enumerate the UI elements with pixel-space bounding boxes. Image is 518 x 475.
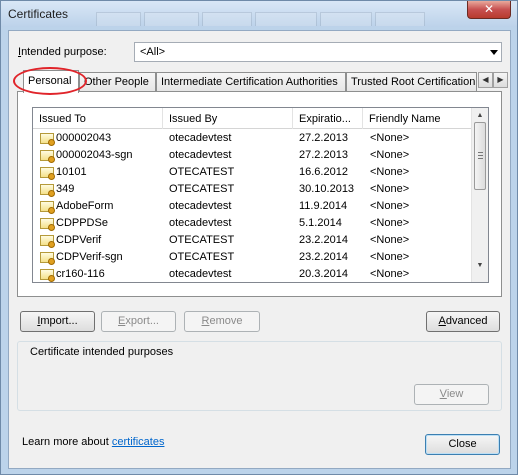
cell-issued-to: 000002043-sgn <box>56 149 133 161</box>
learn-more-text: Learn more about certificates <box>22 436 165 448</box>
column-header-expiration[interactable]: Expiratio... <box>293 108 363 129</box>
cell-friendly-name: <None> <box>370 234 410 246</box>
cell-friendly-name: <None> <box>370 149 410 161</box>
cell-friendly-name: <None> <box>370 268 410 280</box>
certificate-icon <box>40 201 55 214</box>
import-button[interactable]: Import... <box>20 311 95 332</box>
cell-friendly-name: <None> <box>370 200 410 212</box>
cell-issued-by: OTECATEST <box>169 166 235 178</box>
cell-issued-by: otecadevtest <box>169 149 232 161</box>
intended-purpose-select[interactable]: <All> <box>134 42 502 62</box>
list-header: Issued To Issued By Expiratio... Friendl… <box>33 108 473 129</box>
cell-expiration: 20.3.2014 <box>299 268 348 280</box>
certificate-icon <box>40 167 55 180</box>
table-row[interactable]: CDPPDSe otecadevtest 5.1.2014 <None> <box>33 215 473 232</box>
background-window-ghost <box>96 12 426 26</box>
list-vertical-scrollbar[interactable]: ▲ ▼ <box>471 108 488 282</box>
table-row[interactable]: 000002043 otecadevtest 27.2.2013 <None> <box>33 130 473 147</box>
cell-issued-to: CDPPDSe <box>56 217 108 229</box>
view-button[interactable]: View <box>414 384 489 405</box>
certificate-icon <box>40 269 55 282</box>
remove-button[interactable]: Remove <box>184 311 260 332</box>
cell-issued-to: CDPVerif <box>56 234 102 246</box>
cell-issued-by: otecadevtest <box>169 132 232 144</box>
certificates-link[interactable]: certificates <box>112 436 165 448</box>
cell-expiration: 23.2.2014 <box>299 234 348 246</box>
cell-expiration: 27.2.2013 <box>299 149 348 161</box>
chevron-down-icon <box>490 50 498 55</box>
column-header-issued-to[interactable]: Issued To <box>33 108 163 129</box>
certificate-icon <box>40 133 55 146</box>
cell-issued-to: cr160-116 <box>56 268 105 280</box>
cell-issued-to: CDPVerif-sgn <box>56 251 123 263</box>
certificate-icon <box>40 184 55 197</box>
cell-issued-by: otecadevtest <box>169 200 232 212</box>
window-title: Certificates <box>8 7 69 21</box>
cell-expiration: 23.2.2014 <box>299 251 348 263</box>
arrow-right-icon: ▶ <box>497 75 504 84</box>
tab-scroll-left-button[interactable]: ◀ <box>478 72 493 88</box>
column-header-issued-by[interactable]: Issued By <box>163 108 293 129</box>
cell-issued-by: otecadevtest <box>169 268 232 280</box>
table-row[interactable]: cr160-116 otecadevtest 20.3.2014 <None> <box>33 266 473 282</box>
cell-issued-to: 000002043 <box>56 132 112 144</box>
grip-line <box>478 158 483 159</box>
certificate-icon <box>40 235 55 248</box>
table-row[interactable]: 10101 OTECATEST 16.6.2012 <None> <box>33 164 473 181</box>
cell-issued-by: OTECATEST <box>169 251 235 263</box>
advanced-button[interactable]: Advanced <box>426 311 500 332</box>
dialog-client-area: Intended purpose: <All> Personal Other P… <box>8 30 511 469</box>
cell-issued-to: AdobeForm <box>56 200 114 212</box>
certificate-list[interactable]: Issued To Issued By Expiratio... Friendl… <box>32 107 489 283</box>
table-row[interactable]: CDPVerif-sgn OTECATEST 23.2.2014 <None> <box>33 249 473 266</box>
cell-expiration: 16.6.2012 <box>299 166 348 178</box>
cell-friendly-name: <None> <box>370 251 410 263</box>
cell-issued-to: 10101 <box>56 166 87 178</box>
arrow-down-icon: ▼ <box>476 262 484 269</box>
certificate-icon <box>40 150 55 163</box>
window-close-button[interactable]: ✕ <box>467 1 511 19</box>
tab-scroll-right-button[interactable]: ▶ <box>493 72 508 88</box>
tab-other-people[interactable]: Other People <box>79 72 156 92</box>
table-row[interactable]: AdobeForm otecadevtest 11.9.2014 <None> <box>33 198 473 215</box>
export-button[interactable]: Export... <box>101 311 176 332</box>
intended-purpose-label: Intended purpose: <box>18 46 107 58</box>
cell-issued-by: OTECATEST <box>169 183 235 195</box>
close-button[interactable]: Close <box>425 434 500 455</box>
grip-line <box>478 155 483 156</box>
certificate-icon <box>40 252 55 265</box>
table-row[interactable]: 349 OTECATEST 30.10.2013 <None> <box>33 181 473 198</box>
cell-issued-by: OTECATEST <box>169 234 235 246</box>
certificate-store-tabs: Personal Other People Intermediate Certi… <box>17 70 508 93</box>
cell-expiration: 11.9.2014 <box>299 200 348 212</box>
column-header-friendly-name[interactable]: Friendly Name <box>363 108 473 129</box>
cell-expiration: 30.10.2013 <box>299 183 355 195</box>
cell-issued-by: otecadevtest <box>169 217 232 229</box>
title-bar[interactable]: Certificates ✕ <box>1 1 517 27</box>
cell-friendly-name: <None> <box>370 183 410 195</box>
list-body: 000002043 otecadevtest 27.2.2013 <None> … <box>33 130 473 282</box>
scroll-down-button[interactable]: ▼ <box>472 258 488 274</box>
cell-friendly-name: <None> <box>370 132 410 144</box>
tab-intermediate-ca[interactable]: Intermediate Certification Authorities <box>156 72 346 92</box>
close-icon: ✕ <box>483 2 495 16</box>
cell-expiration: 27.2.2013 <box>299 132 348 144</box>
cell-friendly-name: <None> <box>370 217 410 229</box>
arrow-up-icon: ▲ <box>476 112 484 119</box>
personal-tab-panel: Issued To Issued By Expiratio... Friendl… <box>17 91 502 297</box>
scrollbar-thumb[interactable] <box>474 122 486 190</box>
cell-friendly-name: <None> <box>370 166 410 178</box>
grip-line <box>478 152 483 153</box>
arrow-left-icon: ◀ <box>482 75 489 84</box>
tab-trusted-root-ca[interactable]: Trusted Root Certification <box>346 72 477 92</box>
cell-expiration: 5.1.2014 <box>299 217 342 229</box>
tab-personal[interactable]: Personal <box>23 70 79 93</box>
cell-issued-to: 349 <box>56 183 75 195</box>
certificates-window: Certificates ✕ Intended purpose: <All> P… <box>0 0 518 475</box>
intended-purposes-label: Certificate intended purposes <box>28 346 176 358</box>
table-row[interactable]: CDPVerif OTECATEST 23.2.2014 <None> <box>33 232 473 249</box>
certificate-icon <box>40 218 55 231</box>
intended-purpose-value: <All> <box>140 46 166 58</box>
table-row[interactable]: 000002043-sgn otecadevtest 27.2.2013 <No… <box>33 147 473 164</box>
